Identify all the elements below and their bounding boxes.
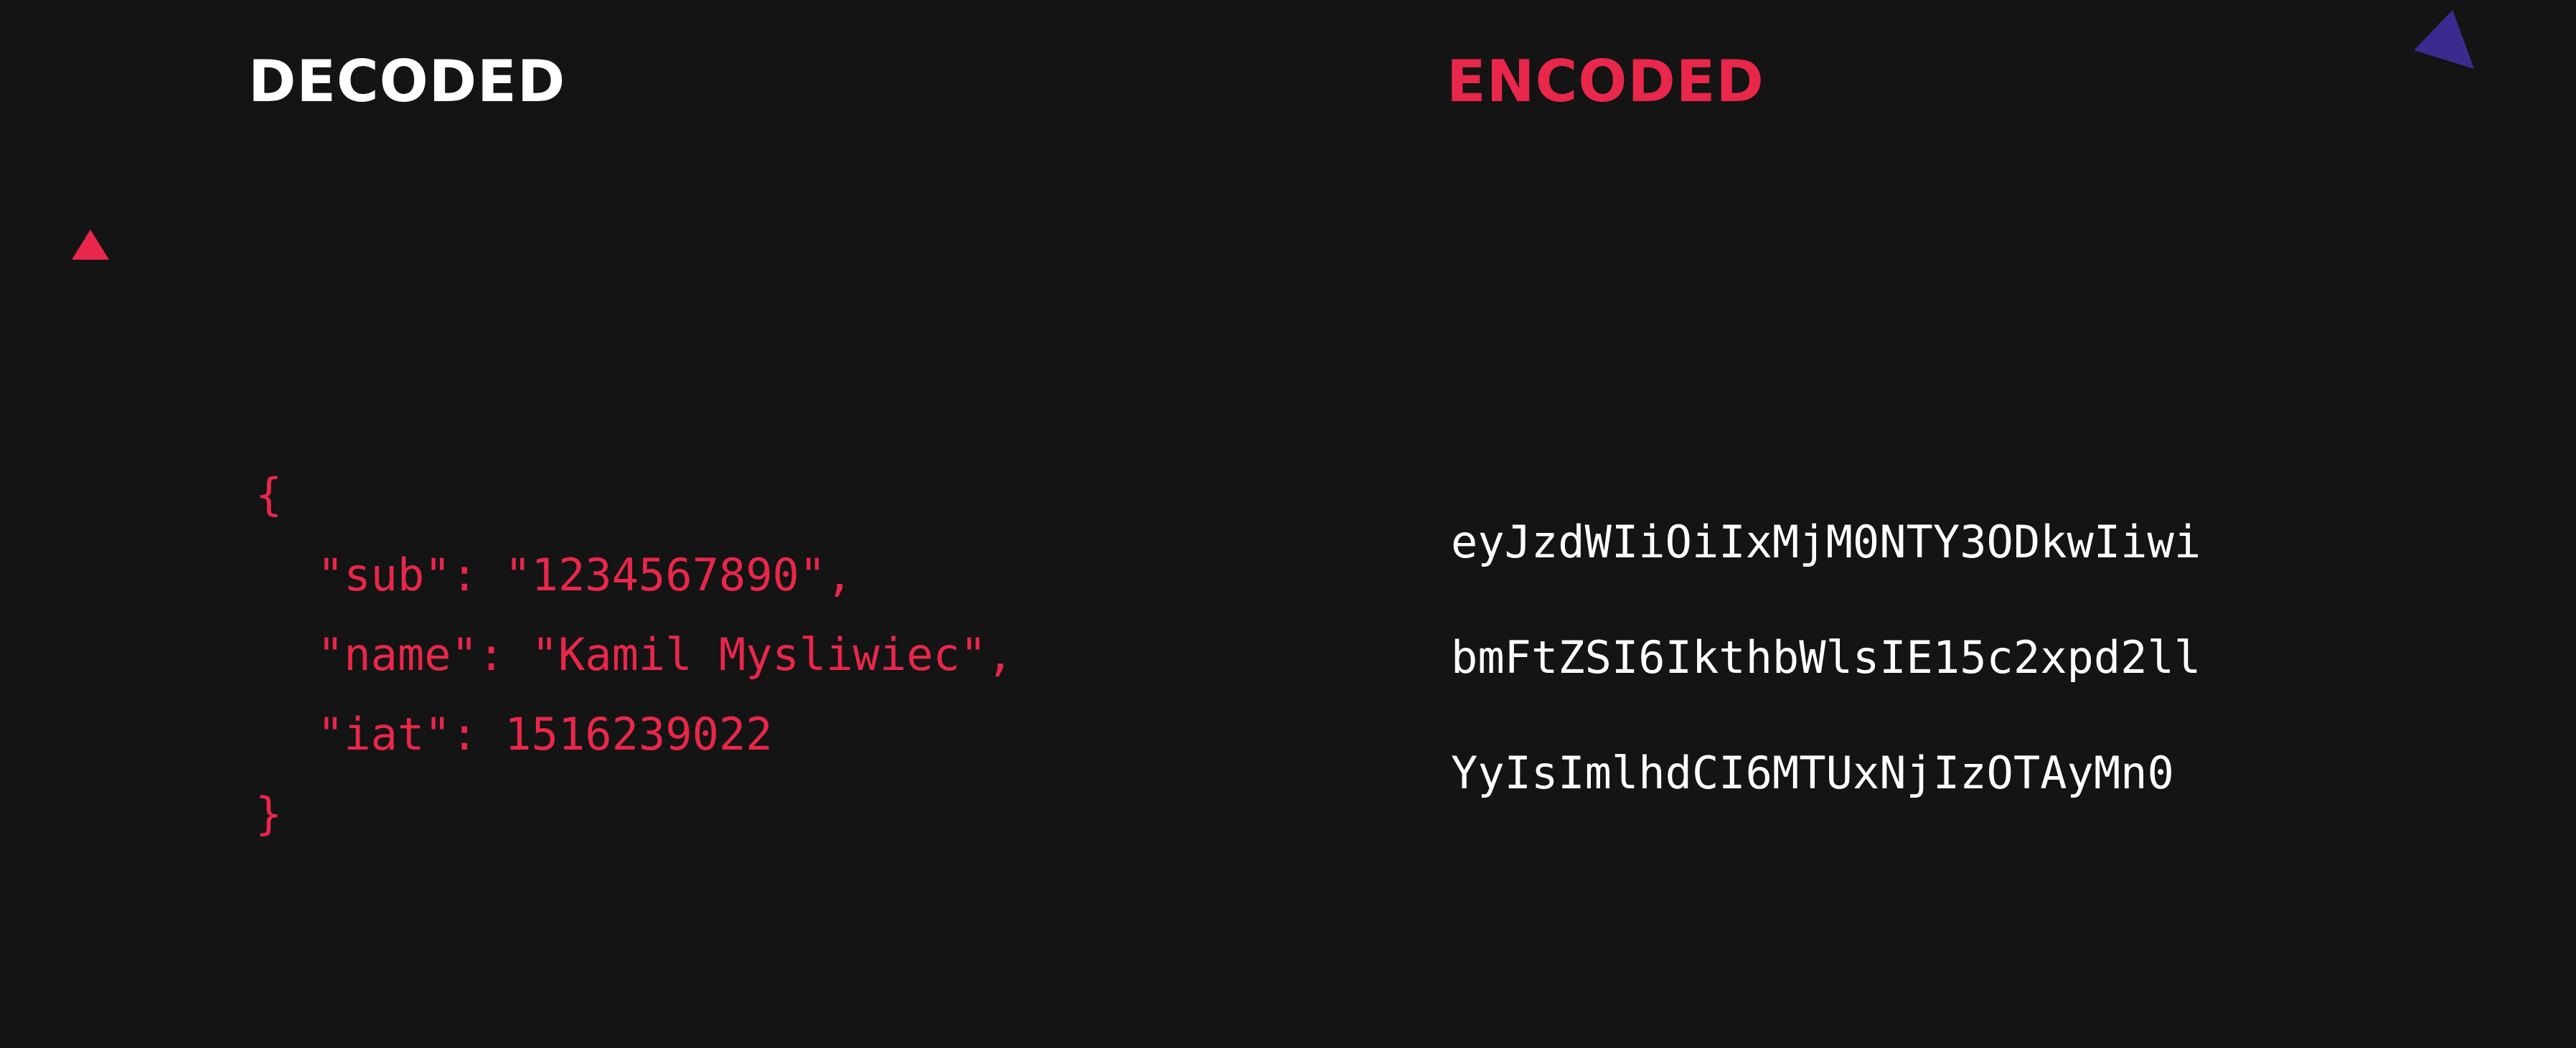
encoded-line: eyJzdWIiOiIxMjM0NTY3ODkwIiwi <box>1451 516 2201 568</box>
encoded-heading: ENCODED <box>1447 48 1764 115</box>
encoded-line: YyIsImlhdCI6MTUxNjIzOTAyMn0 <box>1451 747 2174 799</box>
purple-triangle-icon <box>2414 10 2474 69</box>
encoded-token-block: eyJzdWIiOiIxMjM0NTY3ODkwIiwi bmFtZSI6Ikt… <box>1451 514 2455 815</box>
decoded-heading: DECODED <box>248 48 566 115</box>
encoded-line: bmFtZSI6IkthbWlsIE15c2xpd2ll <box>1451 631 2201 684</box>
red-triangle-icon <box>72 230 109 260</box>
decoded-json-block: { "sub": "1234567890", "name": "Kamil My… <box>255 466 1188 868</box>
slide: { "colors": { "background": "#141414", "… <box>0 0 2576 1048</box>
json-line-name: "name": "Kamil Mysliwiec", <box>317 628 1014 681</box>
json-open-brace: { <box>255 468 283 521</box>
json-line-sub: "sub": "1234567890", <box>317 549 853 601</box>
json-line-iat: "iat": 1516239022 <box>317 708 773 760</box>
json-close-brace: } <box>255 788 283 840</box>
